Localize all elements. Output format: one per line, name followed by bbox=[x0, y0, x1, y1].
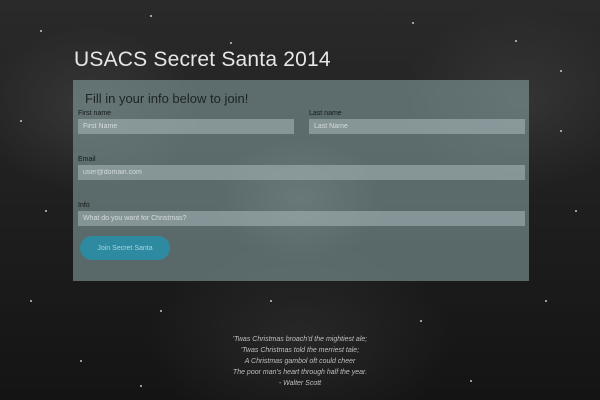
info-label: Info bbox=[78, 202, 90, 209]
first-name-label: First name bbox=[78, 110, 112, 117]
last-name-label: Last name bbox=[309, 110, 342, 117]
quote-author: - Walter Scott bbox=[278, 380, 322, 387]
snowflake bbox=[140, 385, 142, 387]
form-heading: Fill in your info below to join! bbox=[85, 91, 249, 106]
snowflake bbox=[45, 210, 47, 212]
snowflake bbox=[575, 210, 577, 212]
snowflake bbox=[420, 320, 422, 322]
last-name-input[interactable] bbox=[309, 119, 525, 134]
snowflake bbox=[412, 22, 414, 24]
page-title: USACS Secret Santa 2014 bbox=[74, 48, 331, 71]
christmas-quote: 'Twas Christmas broach'd the mightiest a… bbox=[200, 334, 400, 389]
signup-form: Fill in your info below to join! First n… bbox=[73, 80, 529, 281]
snowflake bbox=[560, 130, 562, 132]
snowflake bbox=[230, 42, 232, 44]
snowflake bbox=[470, 380, 472, 382]
quote-line: 'Twas Christmas broach'd the mightiest a… bbox=[232, 336, 368, 343]
snowflake bbox=[30, 300, 32, 302]
join-secret-santa-button[interactable]: Join Secret Santa bbox=[80, 236, 170, 260]
snowflake bbox=[545, 300, 547, 302]
snowflake bbox=[40, 30, 42, 32]
first-name-input[interactable] bbox=[78, 119, 294, 134]
quote-line: A Christmas gambol oft could cheer bbox=[244, 358, 356, 365]
snowflake bbox=[80, 360, 82, 362]
snowflake bbox=[160, 310, 162, 312]
snowflake bbox=[150, 15, 152, 17]
info-input[interactable] bbox=[78, 211, 525, 226]
snowflake bbox=[515, 40, 517, 42]
email-input[interactable] bbox=[78, 165, 525, 180]
email-label: Email bbox=[78, 156, 96, 163]
quote-line: 'Twas Christmas told the merriest tale; bbox=[240, 347, 360, 354]
snowflake bbox=[560, 70, 562, 72]
snowflake bbox=[270, 300, 272, 302]
snowflake bbox=[20, 120, 22, 122]
quote-line: The poor man's heart through half the ye… bbox=[232, 369, 368, 376]
